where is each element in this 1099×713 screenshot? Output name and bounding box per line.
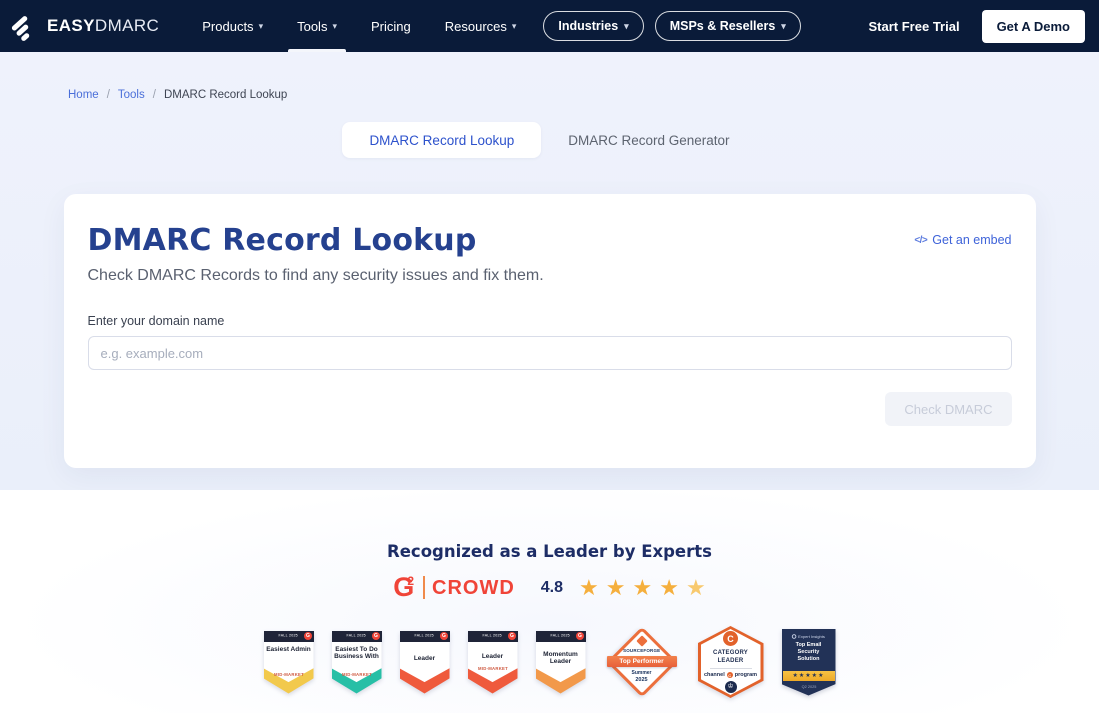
star-icon: ★ (686, 577, 706, 599)
g2-badge-leader: FALL 2025 G Leader (400, 631, 450, 694)
nav-label: Pricing (371, 19, 411, 34)
chevron-down-icon: ▾ (332, 21, 337, 32)
g2-crowd-wordmark: CROWD (432, 578, 515, 598)
breadcrumb-tools-link[interactable]: Tools (118, 89, 145, 101)
expert-insights-logo-icon (792, 634, 797, 639)
hero-section: Home / Tools / DMARC Record Lookup DMARC… (0, 52, 1099, 490)
chevron-down-icon: ▾ (259, 21, 264, 32)
easydmarc-logo-text: EASYDMARC (47, 16, 159, 36)
main-nav: Products ▾ Tools ▾ Pricing Resources ▾ (185, 0, 533, 52)
nav-label: Tools (297, 19, 327, 34)
nav-item-tools[interactable]: Tools ▾ (280, 0, 354, 52)
easydmarc-logo[interactable]: EASYDMARC (14, 0, 159, 52)
channel-program-mini-logo-icon: C (727, 672, 733, 678)
sourceforge-logo-icon (636, 635, 647, 646)
nav-item-pricing[interactable]: Pricing (354, 0, 428, 52)
g2-badge-easiest-to-do-business-with: FALL 2025 G Easiest To Do Business With … (332, 631, 382, 694)
breadcrumb: Home / Tools / DMARC Record Lookup (0, 52, 1099, 101)
embed-link-label: Get an embed (932, 233, 1011, 247)
channel-program-category-leader-badge: C CATEGORYLEADER channel C program ♔ (698, 626, 764, 698)
g2-mini-logo-icon: G (508, 632, 516, 640)
g2-mini-logo-icon: G (304, 632, 312, 640)
g2-badge-momentum-leader: FALL 2025 G Momentum Leader (536, 631, 586, 694)
page: EASYDMARC Products ▾ Tools ▾ Pricing Res… (0, 0, 1099, 713)
chevron-down-icon: ▾ (624, 21, 629, 32)
g2-logo-divider (423, 576, 425, 599)
social-proof-heading: Recognized as a Leader by Experts (0, 542, 1099, 561)
chevron-down-icon: ▾ (781, 21, 786, 32)
g2-badge-leader-mid-market: FALL 2025 G Leader MID-MARKET (468, 631, 518, 694)
lookup-card: DMARC Record Lookup </> Get an embed Che… (64, 194, 1036, 468)
chevron-down-icon: ▾ (512, 21, 517, 32)
crown-icon: ♔ (725, 681, 737, 693)
check-dmarc-button[interactable]: Check DMARC (885, 392, 1011, 426)
tab-dmarc-record-lookup[interactable]: DMARC Record Lookup (342, 122, 541, 158)
nav-pill-industries[interactable]: Industries ▾ (543, 11, 643, 41)
tool-tabs: DMARC Record Lookup DMARC Record Generat… (0, 122, 1099, 158)
nav-label: Resources (445, 19, 507, 34)
breadcrumb-separator: / (107, 89, 110, 101)
pill-label: Industries (558, 19, 618, 33)
pill-label: MSPs & Resellers (670, 19, 776, 33)
star-icon: ★ (579, 577, 599, 599)
nav-pills: Industries ▾ MSPs & Resellers ▾ (543, 0, 800, 52)
breadcrumb-home-link[interactable]: Home (68, 89, 99, 101)
star-rating: ★ ★ ★ ★ ★ (579, 577, 706, 599)
award-badges-row: FALL 2025 G Easiest Admin MID-MARKET FAL… (0, 624, 1099, 700)
channel-program-logo-icon: C (723, 631, 738, 646)
nav-item-products[interactable]: Products ▾ (185, 0, 280, 52)
nav-right: Start Free Trial Get A Demo (869, 0, 1085, 52)
top-navbar: EASYDMARC Products ▾ Tools ▾ Pricing Res… (0, 0, 1099, 52)
nav-item-resources[interactable]: Resources ▾ (428, 0, 534, 52)
social-proof-section: Recognized as a Leader by Experts G2 CRO… (0, 490, 1099, 713)
five-stars-band: ★★★★★ (783, 671, 835, 681)
get-a-demo-button[interactable]: Get A Demo (982, 10, 1085, 43)
page-subtitle: Check DMARC Records to find any security… (88, 267, 1012, 285)
star-icon: ★ (632, 577, 652, 599)
sourceforge-top-performer-badge: SOURCEFORGE Top Performer Summer 2025 (604, 624, 680, 700)
tab-dmarc-record-generator[interactable]: DMARC Record Generator (541, 122, 756, 158)
start-free-trial-link[interactable]: Start Free Trial (869, 19, 960, 34)
breadcrumb-separator: / (153, 89, 156, 101)
rating-value: 4.8 (541, 579, 563, 597)
nav-pill-msps-resellers[interactable]: MSPs & Resellers ▾ (655, 11, 801, 41)
easydmarc-logo-icon (9, 8, 44, 43)
g2-rating-row: G2 CROWD 4.8 ★ ★ ★ ★ ★ (0, 574, 1099, 601)
g2-badge-easiest-admin: FALL 2025 G Easiest Admin MID-MARKET (264, 631, 314, 694)
expert-insights-top-email-security-badge: Expert Insights Top Email Security Solut… (782, 629, 836, 696)
domain-input[interactable] (88, 336, 1012, 370)
star-icon: ★ (659, 577, 679, 599)
breadcrumb-current: DMARC Record Lookup (164, 89, 287, 101)
g2-logo-icon: G2 (393, 574, 414, 601)
page-title: DMARC Record Lookup (88, 223, 477, 258)
nav-label: Products (202, 19, 253, 34)
domain-input-label: Enter your domain name (88, 314, 1012, 328)
g2-mini-logo-icon: G (576, 632, 584, 640)
get-an-embed-link[interactable]: </> Get an embed (914, 233, 1011, 247)
g2-mini-logo-icon: G (372, 632, 380, 640)
code-icon: </> (914, 235, 927, 246)
g2-mini-logo-icon: G (440, 632, 448, 640)
star-icon: ★ (606, 577, 626, 599)
